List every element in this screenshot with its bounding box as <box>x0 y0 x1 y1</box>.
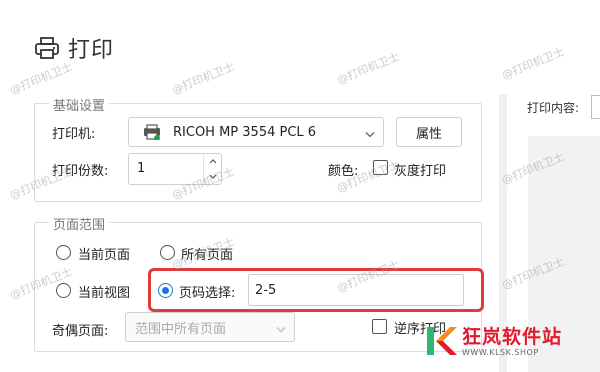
highlight-box <box>148 268 484 312</box>
radio-current-page[interactable] <box>56 245 71 260</box>
stepper-down-icon[interactable] <box>204 169 221 184</box>
current-page-label: 当前页面 <box>78 248 131 263</box>
printer-device-icon <box>143 124 161 140</box>
printer-select-value: RICOH MP 3554 PCL 6 <box>173 124 317 140</box>
copies-stepper[interactable]: 1 <box>128 153 222 185</box>
copies-value: 1 <box>137 161 146 176</box>
color-label: 颜色: <box>328 164 359 179</box>
grayscale-label: 灰度打印 <box>394 164 447 179</box>
watermark: @打印机卫士 <box>8 60 75 97</box>
current-view-label: 当前视图 <box>78 286 131 301</box>
odd-even-label: 奇偶页面: <box>52 324 109 339</box>
dialog-title: 打印 <box>68 38 115 63</box>
site-logo: 狂岚软件站 WWW.KLSK.SHOP <box>424 324 562 358</box>
logo-url: WWW.KLSK.SHOP <box>462 347 539 357</box>
grayscale-checkbox[interactable] <box>373 160 388 175</box>
print-content-label: 打印内容: <box>527 101 580 115</box>
radio-all-pages[interactable] <box>160 245 175 260</box>
chevron-down-icon <box>276 318 286 337</box>
logo-name: 狂岚软件站 <box>462 325 563 348</box>
page-range-title: 页面范围 <box>49 214 110 233</box>
printer-select[interactable]: RICOH MP 3554 PCL 6 <box>128 117 384 147</box>
stepper-up-icon[interactable] <box>204 154 221 169</box>
odd-even-value: 范围中所有页面 <box>135 321 227 337</box>
watermark: @打印机卫士 <box>500 45 567 82</box>
watermark: @打印机卫士 <box>335 50 402 87</box>
printer-label: 打印机: <box>52 127 96 142</box>
printer-icon <box>34 36 60 60</box>
reverse-print-checkbox[interactable] <box>372 319 387 334</box>
dialog-header: 打印 <box>34 32 114 64</box>
print-content-select[interactable] <box>591 95 600 119</box>
copies-label: 打印份数: <box>52 164 109 179</box>
properties-button[interactable]: 属性 <box>396 117 462 147</box>
basic-settings-title: 基础设置 <box>49 95 110 114</box>
chevron-down-icon <box>365 123 375 142</box>
odd-even-select[interactable]: 范围中所有页面 <box>125 312 295 342</box>
radio-current-view[interactable] <box>56 283 71 298</box>
logo-k-icon <box>424 324 458 358</box>
all-pages-label: 所有页面 <box>181 248 234 263</box>
watermark: @打印机卫士 <box>170 60 237 97</box>
